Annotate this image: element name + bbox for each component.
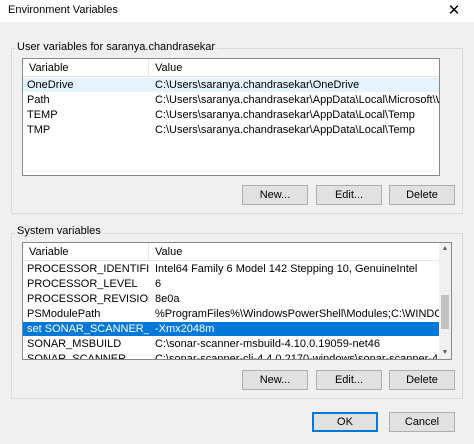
table-row[interactable]: PROCESSOR_LEVEL 6 <box>23 277 439 291</box>
column-variable[interactable]: Variable <box>23 243 149 261</box>
variable-cell: OneDrive <box>27 79 74 91</box>
user-variables-label: User variables for saranya.chandrasekar <box>15 41 218 53</box>
user-variables-list[interactable]: Variable Value OneDrive C:\Users\saranya… <box>22 58 440 176</box>
system-variables-label: System variables <box>15 225 103 237</box>
variable-cell: PROCESSOR_LEVEL <box>27 278 138 290</box>
close-icon: ✕ <box>447 2 461 19</box>
table-row[interactable]: OneDrive C:\Users\saranya.chandrasekar\O… <box>23 78 439 92</box>
system-delete-button[interactable]: Delete <box>389 370 455 390</box>
chevron-down-icon[interactable]: ▼ <box>439 347 451 359</box>
column-value[interactable]: Value <box>149 243 441 261</box>
value-cell: -Xmx2048m <box>155 323 215 335</box>
system-list-scrollbar[interactable]: ▲ ▼ <box>439 243 451 359</box>
user-delete-button[interactable]: Delete <box>389 185 455 205</box>
system-edit-button[interactable]: Edit... <box>316 370 382 390</box>
variable-cell: PROCESSOR_REVISION <box>27 293 149 305</box>
scrollbar-thumb[interactable] <box>441 295 449 329</box>
cancel-button[interactable]: Cancel <box>389 412 455 432</box>
variable-cell: set SONAR_SCANNER_OPTS <box>27 323 149 335</box>
table-row-selected[interactable]: set SONAR_SCANNER_OPTS -Xmx2048m <box>23 322 439 336</box>
table-row[interactable]: TMP C:\Users\saranya.chandrasekar\AppDat… <box>23 123 439 137</box>
user-list-header: Variable Value <box>23 59 439 77</box>
variable-cell: PROCESSOR_IDENTIFIER <box>27 263 149 275</box>
table-row[interactable]: TEMP C:\Users\saranya.chandrasekar\AppDa… <box>23 108 439 122</box>
system-new-button[interactable]: New... <box>242 370 308 390</box>
system-variables-list[interactable]: Variable Value PROCESSOR_IDENTIFIER Inte… <box>22 242 452 360</box>
value-cell: %ProgramFiles%\WindowsPowerShell\Modules… <box>155 308 441 320</box>
value-cell: C:\Users\saranya.chandrasekar\OneDrive <box>155 79 360 91</box>
table-row[interactable]: Path C:\Users\saranya.chandrasekar\AppDa… <box>23 93 439 107</box>
column-value[interactable]: Value <box>149 59 439 77</box>
table-row[interactable]: PROCESSOR_REVISION 8e0a <box>23 292 439 306</box>
value-cell: Intel64 Family 6 Model 142 Stepping 10, … <box>155 263 418 275</box>
table-row[interactable]: SONAR_MSBUILD C:\sonar-scanner-msbuild-4… <box>23 337 439 351</box>
value-cell: 6 <box>155 278 162 290</box>
value-cell: C:\Users\saranya.chandrasekar\AppData\Lo… <box>155 124 415 136</box>
table-row[interactable]: PSModulePath %ProgramFiles%\WindowsPower… <box>23 307 441 321</box>
column-variable[interactable]: Variable <box>23 59 149 77</box>
user-new-button[interactable]: New... <box>242 185 308 205</box>
variable-cell: Path <box>27 94 50 106</box>
variable-cell: TMP <box>27 124 51 136</box>
variable-cell: SONAR_MSBUILD <box>27 338 122 350</box>
value-cell: C:\Users\saranya.chandrasekar\AppData\Lo… <box>155 94 439 106</box>
user-edit-button[interactable]: Edit... <box>316 185 382 205</box>
variable-cell: SONAR_SCANNER <box>27 353 127 360</box>
chevron-up-icon[interactable]: ▲ <box>439 243 451 255</box>
ok-button[interactable]: OK <box>312 412 378 432</box>
value-cell: C:\sonar-scanner-cli-4.4.0.2170-windows\… <box>155 353 441 360</box>
table-row[interactable]: PROCESSOR_IDENTIFIER Intel64 Family 6 Mo… <box>23 262 439 276</box>
variable-cell: PSModulePath <box>27 308 101 320</box>
system-list-header: Variable Value <box>23 243 439 261</box>
value-cell: C:\sonar-scanner-msbuild-4.10.0.19059-ne… <box>155 338 381 350</box>
title-bar: Environment Variables ✕ <box>0 0 474 22</box>
value-cell: 8e0a <box>155 293 180 305</box>
window-title: Environment Variables <box>8 4 118 16</box>
variable-cell: TEMP <box>27 109 58 121</box>
table-row[interactable]: SONAR_SCANNER C:\sonar-scanner-cli-4.4.0… <box>23 352 441 360</box>
close-button[interactable]: ✕ <box>440 0 468 22</box>
value-cell: C:\Users\saranya.chandrasekar\AppData\Lo… <box>155 109 415 121</box>
